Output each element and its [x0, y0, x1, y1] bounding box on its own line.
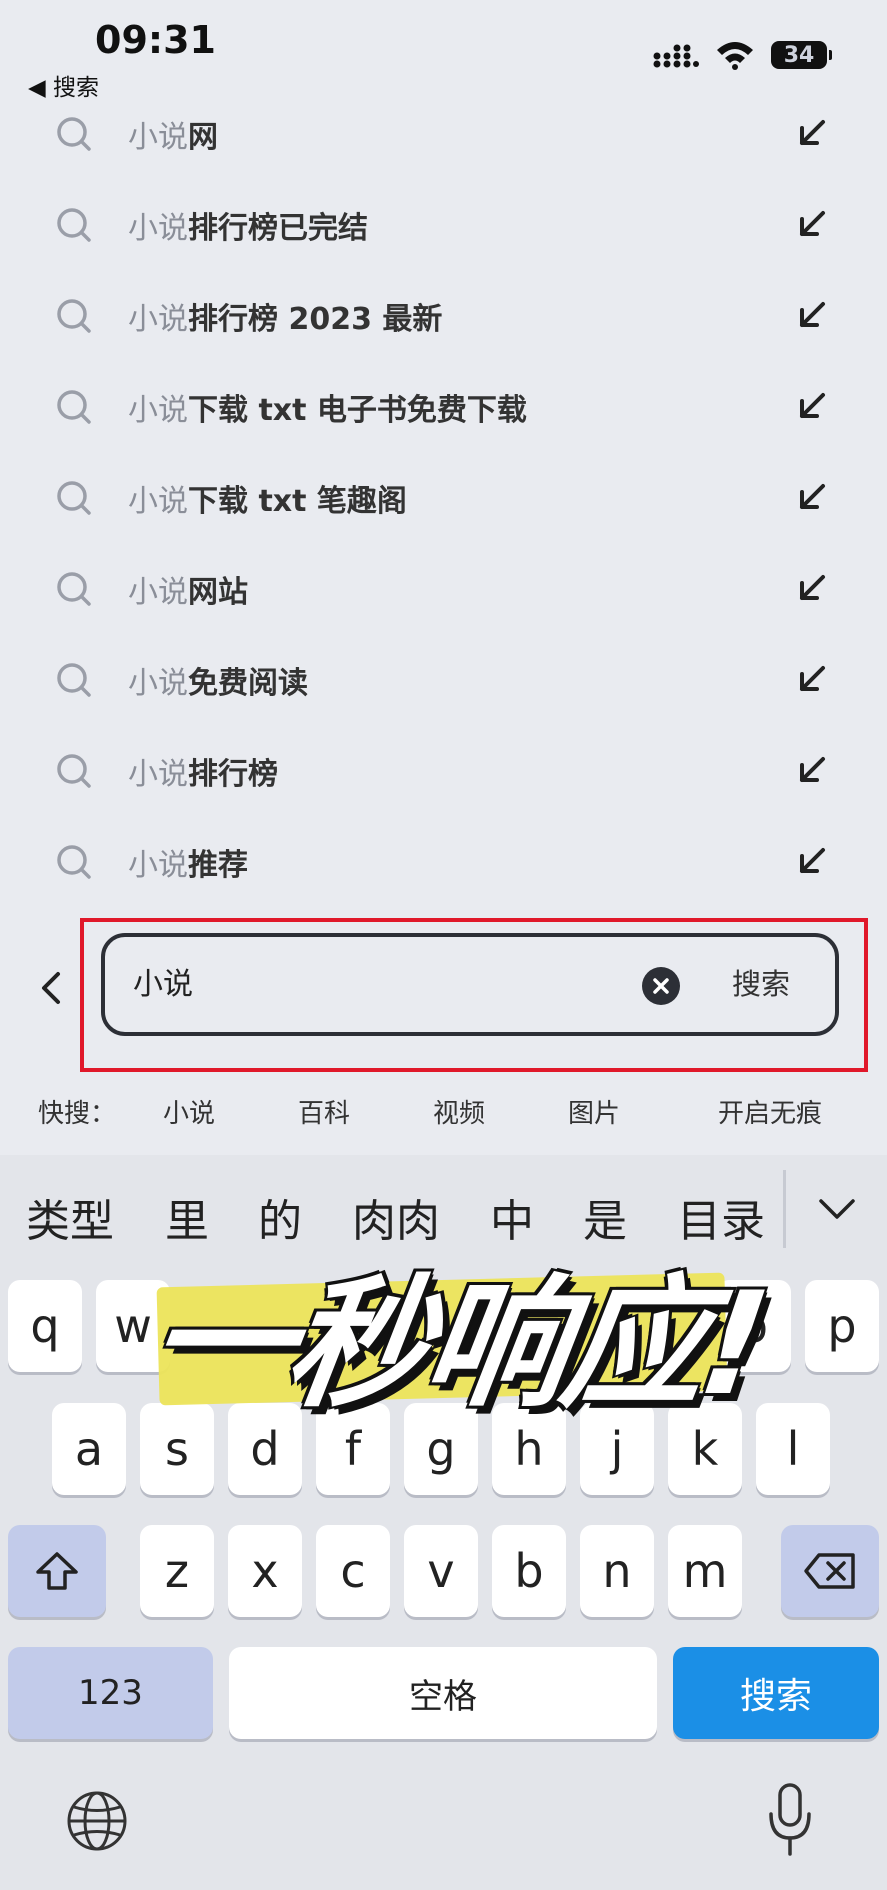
search-icon	[57, 299, 91, 333]
suggestion-rest: 排行榜已完结	[188, 210, 368, 246]
key-a[interactable]: a	[52, 1403, 126, 1495]
suggestion-list: 小说网 小说排行榜已完结 小说排行榜 2023 最新 小说下载 txt 电子书免…	[0, 88, 887, 907]
fill-query-arrow-icon[interactable]	[797, 664, 827, 694]
fill-query-arrow-icon[interactable]	[797, 391, 827, 421]
suggestion-item[interactable]: 小说下载 txt 笔趣阁	[0, 452, 887, 543]
clear-input-button[interactable]	[642, 967, 680, 1005]
key-l[interactable]: l	[756, 1403, 830, 1495]
suggestion-prefix: 小说	[128, 847, 188, 883]
caption-overlay: 一秒响应!	[138, 1262, 775, 1427]
search-input[interactable]: 小说	[133, 937, 193, 1032]
suggestion-rest: 网	[188, 119, 218, 155]
status-time: 09:31	[95, 18, 216, 62]
search-icon	[57, 208, 91, 242]
fill-query-arrow-icon[interactable]	[797, 482, 827, 512]
fill-query-arrow-icon[interactable]	[797, 118, 827, 148]
globe-icon[interactable]	[66, 1790, 128, 1852]
suggestion-rest: 排行榜	[188, 756, 278, 792]
incognito-toggle[interactable]: 开启无痕	[718, 1093, 822, 1130]
suggestion-prefix: 小说	[128, 392, 188, 428]
suggestion-item[interactable]: 小说免费阅读	[0, 634, 887, 725]
fill-query-arrow-icon[interactable]	[797, 755, 827, 785]
search-icon	[57, 572, 91, 606]
suggestion-rest: 下载 txt 电子书免费下载	[188, 392, 527, 428]
microphone-icon[interactable]	[766, 1782, 814, 1858]
suggestion-item[interactable]: 小说网站	[0, 543, 887, 634]
quick-search-item[interactable]: 图片	[568, 1093, 620, 1130]
backspace-icon	[804, 1553, 855, 1589]
battery-icon: 34	[771, 41, 832, 69]
quick-search-item[interactable]: 小说	[163, 1093, 215, 1130]
quick-search-item[interactable]: 视频	[433, 1093, 485, 1130]
search-button[interactable]: 搜索	[732, 937, 790, 1032]
quick-search-label: 快搜：	[38, 1099, 117, 1129]
key-b[interactable]: b	[492, 1525, 566, 1617]
suggestion-prefix: 小说	[128, 665, 188, 701]
shift-icon	[36, 1552, 78, 1590]
suggestion-prefix: 小说	[128, 119, 188, 155]
suggestion-item[interactable]: 小说网	[0, 88, 887, 179]
key-x[interactable]: x	[228, 1525, 302, 1617]
suggestion-prefix: 小说	[128, 574, 188, 610]
back-chevron-icon[interactable]	[36, 968, 66, 1008]
fill-query-arrow-icon[interactable]	[797, 846, 827, 876]
suggestion-item[interactable]: 小说排行榜已完结	[0, 179, 887, 270]
suggestion-item[interactable]: 小说排行榜	[0, 725, 887, 816]
search-icon	[57, 663, 91, 697]
shift-key[interactable]	[8, 1525, 106, 1617]
search-icon	[57, 754, 91, 788]
suggestion-prefix: 小说	[128, 483, 188, 519]
search-icon	[57, 390, 91, 424]
suggestion-prefix: 小说	[128, 301, 188, 337]
key-q[interactable]: q	[8, 1280, 82, 1372]
status-icons: 34	[653, 40, 832, 70]
key-z[interactable]: z	[140, 1525, 214, 1617]
search-icon	[57, 481, 91, 515]
battery-level: 34	[783, 42, 815, 68]
key-n[interactable]: n	[580, 1525, 654, 1617]
fill-query-arrow-icon[interactable]	[797, 209, 827, 239]
candidate-word[interactable]: 类型	[26, 1185, 114, 1249]
fill-query-arrow-icon[interactable]	[797, 573, 827, 603]
cellular-signal-icon	[653, 44, 699, 68]
space-key[interactable]: 空格	[229, 1647, 657, 1739]
wifi-icon	[717, 42, 753, 70]
search-icon	[57, 117, 91, 151]
suggestion-rest: 网站	[188, 574, 248, 610]
key-v[interactable]: v	[404, 1525, 478, 1617]
suggestion-rest: 排行榜 2023 最新	[188, 301, 443, 337]
key-p[interactable]: p	[805, 1280, 879, 1372]
key-m[interactable]: m	[668, 1525, 742, 1617]
search-box[interactable]: 小说 搜索	[101, 933, 839, 1036]
close-icon	[653, 978, 669, 994]
quick-search-item[interactable]: 百科	[298, 1093, 350, 1130]
suggestion-rest: 推荐	[188, 847, 248, 883]
key-c[interactable]: c	[316, 1525, 390, 1617]
suggestion-rest: 下载 txt 笔趣阁	[188, 483, 407, 519]
search-key[interactable]: 搜索	[673, 1647, 879, 1739]
search-icon	[57, 845, 91, 879]
backspace-key[interactable]	[781, 1525, 879, 1617]
fill-query-arrow-icon[interactable]	[797, 300, 827, 330]
suggestion-prefix: 小说	[128, 756, 188, 792]
suggestion-rest: 免费阅读	[188, 665, 308, 701]
suggestion-item[interactable]: 小说排行榜 2023 最新	[0, 270, 887, 361]
quick-search-row: 快搜： 小说 百科 视频 图片 开启无痕	[0, 1093, 887, 1133]
suggestion-item[interactable]: 小说下载 txt 电子书免费下载	[0, 361, 887, 452]
chevron-down-icon[interactable]	[817, 1195, 857, 1225]
candidate-divider	[783, 1170, 786, 1248]
suggestion-prefix: 小说	[128, 210, 188, 246]
suggestion-item[interactable]: 小说推荐	[0, 816, 887, 907]
keyboard-bottom-row	[0, 1783, 887, 1860]
numbers-key[interactable]: 123	[8, 1647, 213, 1739]
